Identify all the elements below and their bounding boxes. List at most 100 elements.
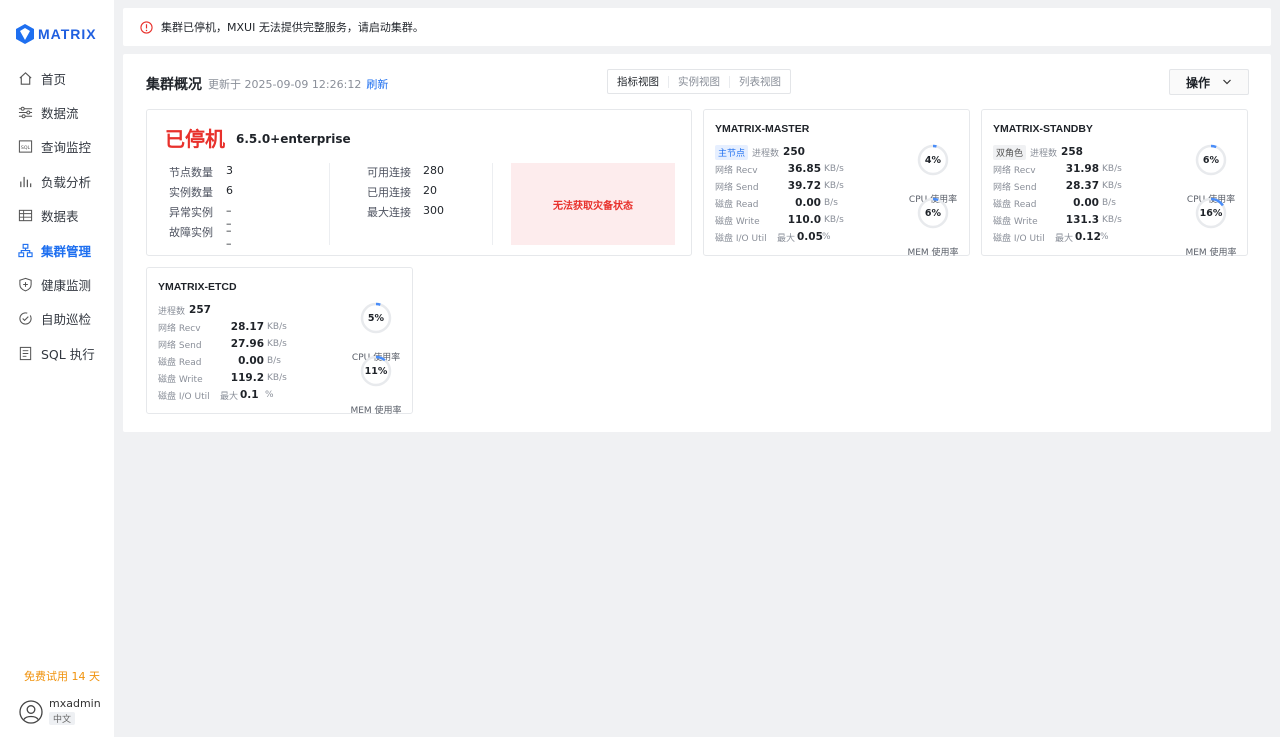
stat-label: 已用连接 xyxy=(367,186,411,199)
node-name: YMATRIX-STANDBY xyxy=(993,123,1093,135)
metric-label: 磁盘 I/O Util xyxy=(158,391,210,402)
io-max-label: 最大 xyxy=(1055,233,1074,244)
sidebar-item-label: 数据流 xyxy=(41,106,79,122)
node-process-row: 进程数 257 xyxy=(158,303,358,317)
sidebar-item-label: 首页 xyxy=(41,71,67,87)
updated-time: 更新于 2025-09-09 12:26:12 xyxy=(208,78,362,91)
stat-value: 300 xyxy=(423,204,444,217)
metric-label: 磁盘 Write xyxy=(993,216,1038,227)
inspection-icon xyxy=(17,311,33,327)
user-profile[interactable]: mxadmin 中文 xyxy=(19,697,101,726)
language-switch[interactable]: 中文 xyxy=(49,712,76,725)
node-metric-row: 磁盘 Read 0.00 B/s xyxy=(715,196,915,210)
stat-used-connections: 已用连接 20 xyxy=(367,184,437,200)
metric-value: 31.98 xyxy=(1065,163,1099,175)
mem-gauge-label: MEM 使用率 xyxy=(907,248,959,258)
mem-gauge-value: 11% xyxy=(364,365,388,377)
operations-dropdown[interactable]: 操作 xyxy=(1169,69,1249,95)
node-name: YMATRIX-MASTER xyxy=(715,123,810,135)
node-metric-row: 磁盘 Write 131.3 KB/s xyxy=(993,213,1193,227)
mem-gauge-value: 6% xyxy=(924,207,942,219)
node-metric-row: 网络 Recv 28.17 KB/s xyxy=(158,320,358,334)
node-io-row: 磁盘 I/O Util 最大 0.12% xyxy=(993,230,1193,244)
sidebar-item-label: 查询监控 xyxy=(41,140,92,156)
refresh-link[interactable]: 刷新 xyxy=(366,76,388,92)
cpu-gauge-value: 5% xyxy=(367,312,385,324)
metric-unit: KB/s xyxy=(1102,164,1122,174)
node-card-etcd[interactable]: YMATRIX-ETCD 进程数 257 网络 Recv 28.17 KB/s 网络 Sen… xyxy=(146,267,413,416)
sidebar-item-query-monitor[interactable]: SQL 查询监控 xyxy=(0,130,114,164)
stat-max-connections: 最大连接 300 xyxy=(367,204,444,220)
mem-gauge-label: MEM 使用率 xyxy=(1185,248,1237,258)
dataflow-icon xyxy=(17,105,33,121)
sidebar-item-health[interactable]: 健康监测 xyxy=(0,267,114,301)
metric-value: 0.00 xyxy=(238,355,264,367)
node-metric-row: 网络 Send 28.37 KB/s xyxy=(993,179,1193,193)
view-switch: 指标视图 实例视图 列表视图 xyxy=(607,69,791,94)
stat-label: 故障实例 xyxy=(169,226,213,239)
io-unit: % xyxy=(822,232,831,242)
process-count: 257 xyxy=(189,304,211,316)
metric-label: 磁盘 I/O Util xyxy=(993,233,1045,244)
metric-value: 110.0 xyxy=(787,214,821,226)
sidebar-item-inspection[interactable]: 自助巡检 xyxy=(0,302,114,336)
home-icon xyxy=(17,70,33,86)
tab-instance-view[interactable]: 实例视图 xyxy=(669,75,730,88)
process-label: 进程数 xyxy=(752,148,780,159)
cpu-gauge-value: 6% xyxy=(1202,154,1220,166)
sidebar-item-sql-exec[interactable]: SQL 执行 xyxy=(0,336,114,370)
node-metric-row: 磁盘 Write 119.2 KB/s xyxy=(158,371,358,385)
sidebar: MATRIX 首页 数据流 SQL 查询监控 负载分析 数据表 集群管理 健康监… xyxy=(0,0,114,737)
node-metric-row: 网络 Send 27.96 KB/s xyxy=(158,337,358,351)
metric-label: 网络 Send xyxy=(158,340,202,351)
io-unit: % xyxy=(1100,232,1109,242)
stat-instance-count: 实例数量 6 xyxy=(169,184,233,200)
node-metric-row: 磁盘 Read 0.00 B/s xyxy=(993,196,1193,210)
process-count: 258 xyxy=(1061,146,1083,158)
node-card-standby[interactable]: YMATRIX-STANDBY 双角色 进程数 258 网络 Recv 31.98 KB/s… xyxy=(981,109,1248,258)
sidebar-item-label: 自助巡检 xyxy=(41,312,92,328)
sidebar-item-cluster-management[interactable]: 集群管理 xyxy=(0,233,114,267)
sidebar-item-tables[interactable]: 数据表 xyxy=(0,199,114,233)
disaster-recovery-status: 无法获取灾备状态 xyxy=(511,163,675,245)
sidebar-item-dataflow[interactable]: 数据流 xyxy=(0,95,114,129)
sidebar-item-label: 数据表 xyxy=(41,209,79,225)
tab-list-view[interactable]: 列表视图 xyxy=(730,76,790,88)
node-io-row: 磁盘 I/O Util 最大 0.1% xyxy=(158,388,358,402)
node-process-row: 主节点 进程数 250 xyxy=(715,144,915,160)
stat-label: 节点数量 xyxy=(169,166,213,179)
process-count: 250 xyxy=(783,146,805,158)
node-metric-row: 网络 Recv 36.85 KB/s xyxy=(715,162,915,176)
metric-value: 119.2 xyxy=(230,372,264,384)
stat-value: 280 xyxy=(423,164,444,177)
sidebar-item-home[interactable]: 首页 xyxy=(0,61,114,95)
metric-unit: KB/s xyxy=(1102,181,1122,191)
metric-label: 磁盘 Read xyxy=(715,199,759,210)
logo[interactable]: MATRIX xyxy=(16,24,97,44)
metric-unit: B/s xyxy=(824,198,838,208)
cluster-icon xyxy=(17,242,33,258)
chevron-down-icon xyxy=(1223,79,1231,85)
stat-value: 6 xyxy=(226,184,233,197)
brand-name: MATRIX xyxy=(38,26,97,42)
sidebar-nav: 首页 数据流 SQL 查询监控 负载分析 数据表 集群管理 健康监测 自助巡检 xyxy=(0,61,114,371)
stat-value: – – xyxy=(226,224,232,250)
metric-label: 网络 Recv xyxy=(715,165,758,176)
metric-label: 磁盘 I/O Util xyxy=(715,233,767,244)
mem-gauge-label: MEM 使用率 xyxy=(350,406,402,416)
divider xyxy=(492,163,493,245)
metric-unit: B/s xyxy=(267,356,281,366)
trial-badge[interactable]: 免费试用 14 天 xyxy=(24,668,100,684)
mem-gauge-value: 16% xyxy=(1199,207,1223,219)
stat-failed-instances: 故障实例 – – xyxy=(169,224,232,250)
metric-label: 网络 Send xyxy=(715,182,759,193)
cluster-version: 6.5.0+enterprise xyxy=(236,132,351,146)
stat-label: 可用连接 xyxy=(367,166,411,179)
sidebar-item-load-analysis[interactable]: 负载分析 xyxy=(0,164,114,198)
metric-value: 28.17 xyxy=(230,321,264,333)
metric-value: 27.96 xyxy=(230,338,264,350)
metric-unit: KB/s xyxy=(824,215,844,225)
node-card-master[interactable]: YMATRIX-MASTER 主节点 进程数 250 网络 Recv 36.85 KB/s 网… xyxy=(703,109,970,258)
tab-metrics-view[interactable]: 指标视图 xyxy=(608,75,669,88)
divider xyxy=(329,163,330,245)
